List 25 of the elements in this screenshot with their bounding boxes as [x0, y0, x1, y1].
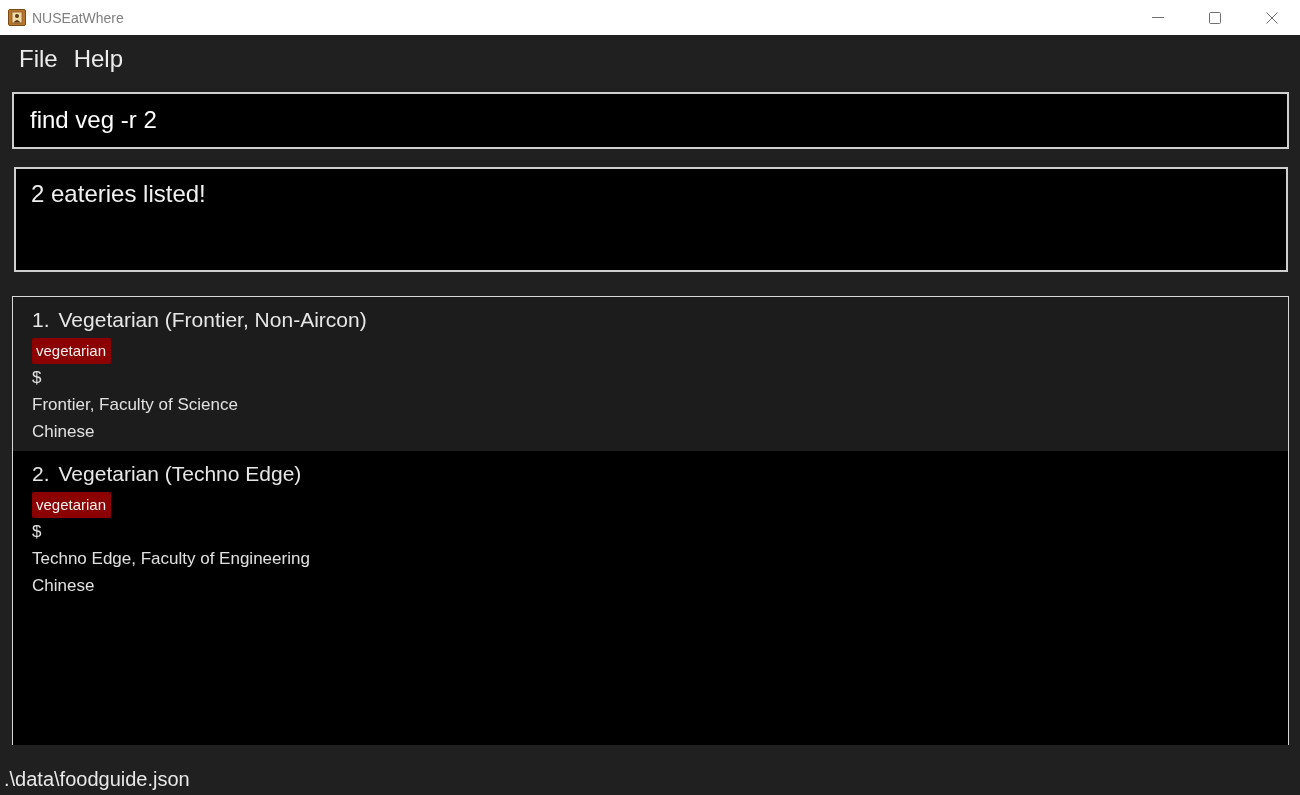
menu-item[interactable]: File [12, 43, 65, 77]
result-message: 2 eateries listed! [31, 180, 206, 207]
contact-book-icon [8, 9, 26, 26]
command-input[interactable]: find veg -r 2 [12, 92, 1289, 149]
cuisine-text: Chinese [32, 421, 95, 443]
close-icon [1266, 11, 1278, 24]
close-button[interactable] [1266, 11, 1278, 24]
location-text: Frontier, Faculty of Science [32, 394, 238, 416]
eatery-tag: vegetarian [32, 338, 112, 364]
window-title: NUSEatWhere [32, 9, 124, 26]
maximize-icon [1209, 11, 1221, 24]
menu-item[interactable]: Help [66, 43, 131, 77]
cuisine-text: Chinese [32, 575, 95, 597]
eatery-card[interactable]: 1. Vegetarian (Frontier, Non-Aircon) vegetarian $ Frontier, Faculty of Science Chinese [13, 297, 1288, 451]
price-text: $ [32, 521, 42, 543]
eatery-tag: vegetarian [32, 492, 112, 518]
maximize-button[interactable] [1209, 11, 1221, 24]
eatery-index: 1. [32, 307, 50, 333]
eatery-name: Vegetarian (Frontier, Non-Aircon) [58, 307, 367, 333]
location-text: Techno Edge, Faculty of Engineering [32, 548, 310, 570]
file-path-text: .\data\foodguide.json [4, 767, 190, 791]
eatery-name: Vegetarian (Techno Edge) [58, 461, 302, 487]
price-text: $ [32, 367, 42, 389]
minimize-icon [1152, 17, 1164, 18]
eatery-index: 2. [32, 461, 50, 487]
